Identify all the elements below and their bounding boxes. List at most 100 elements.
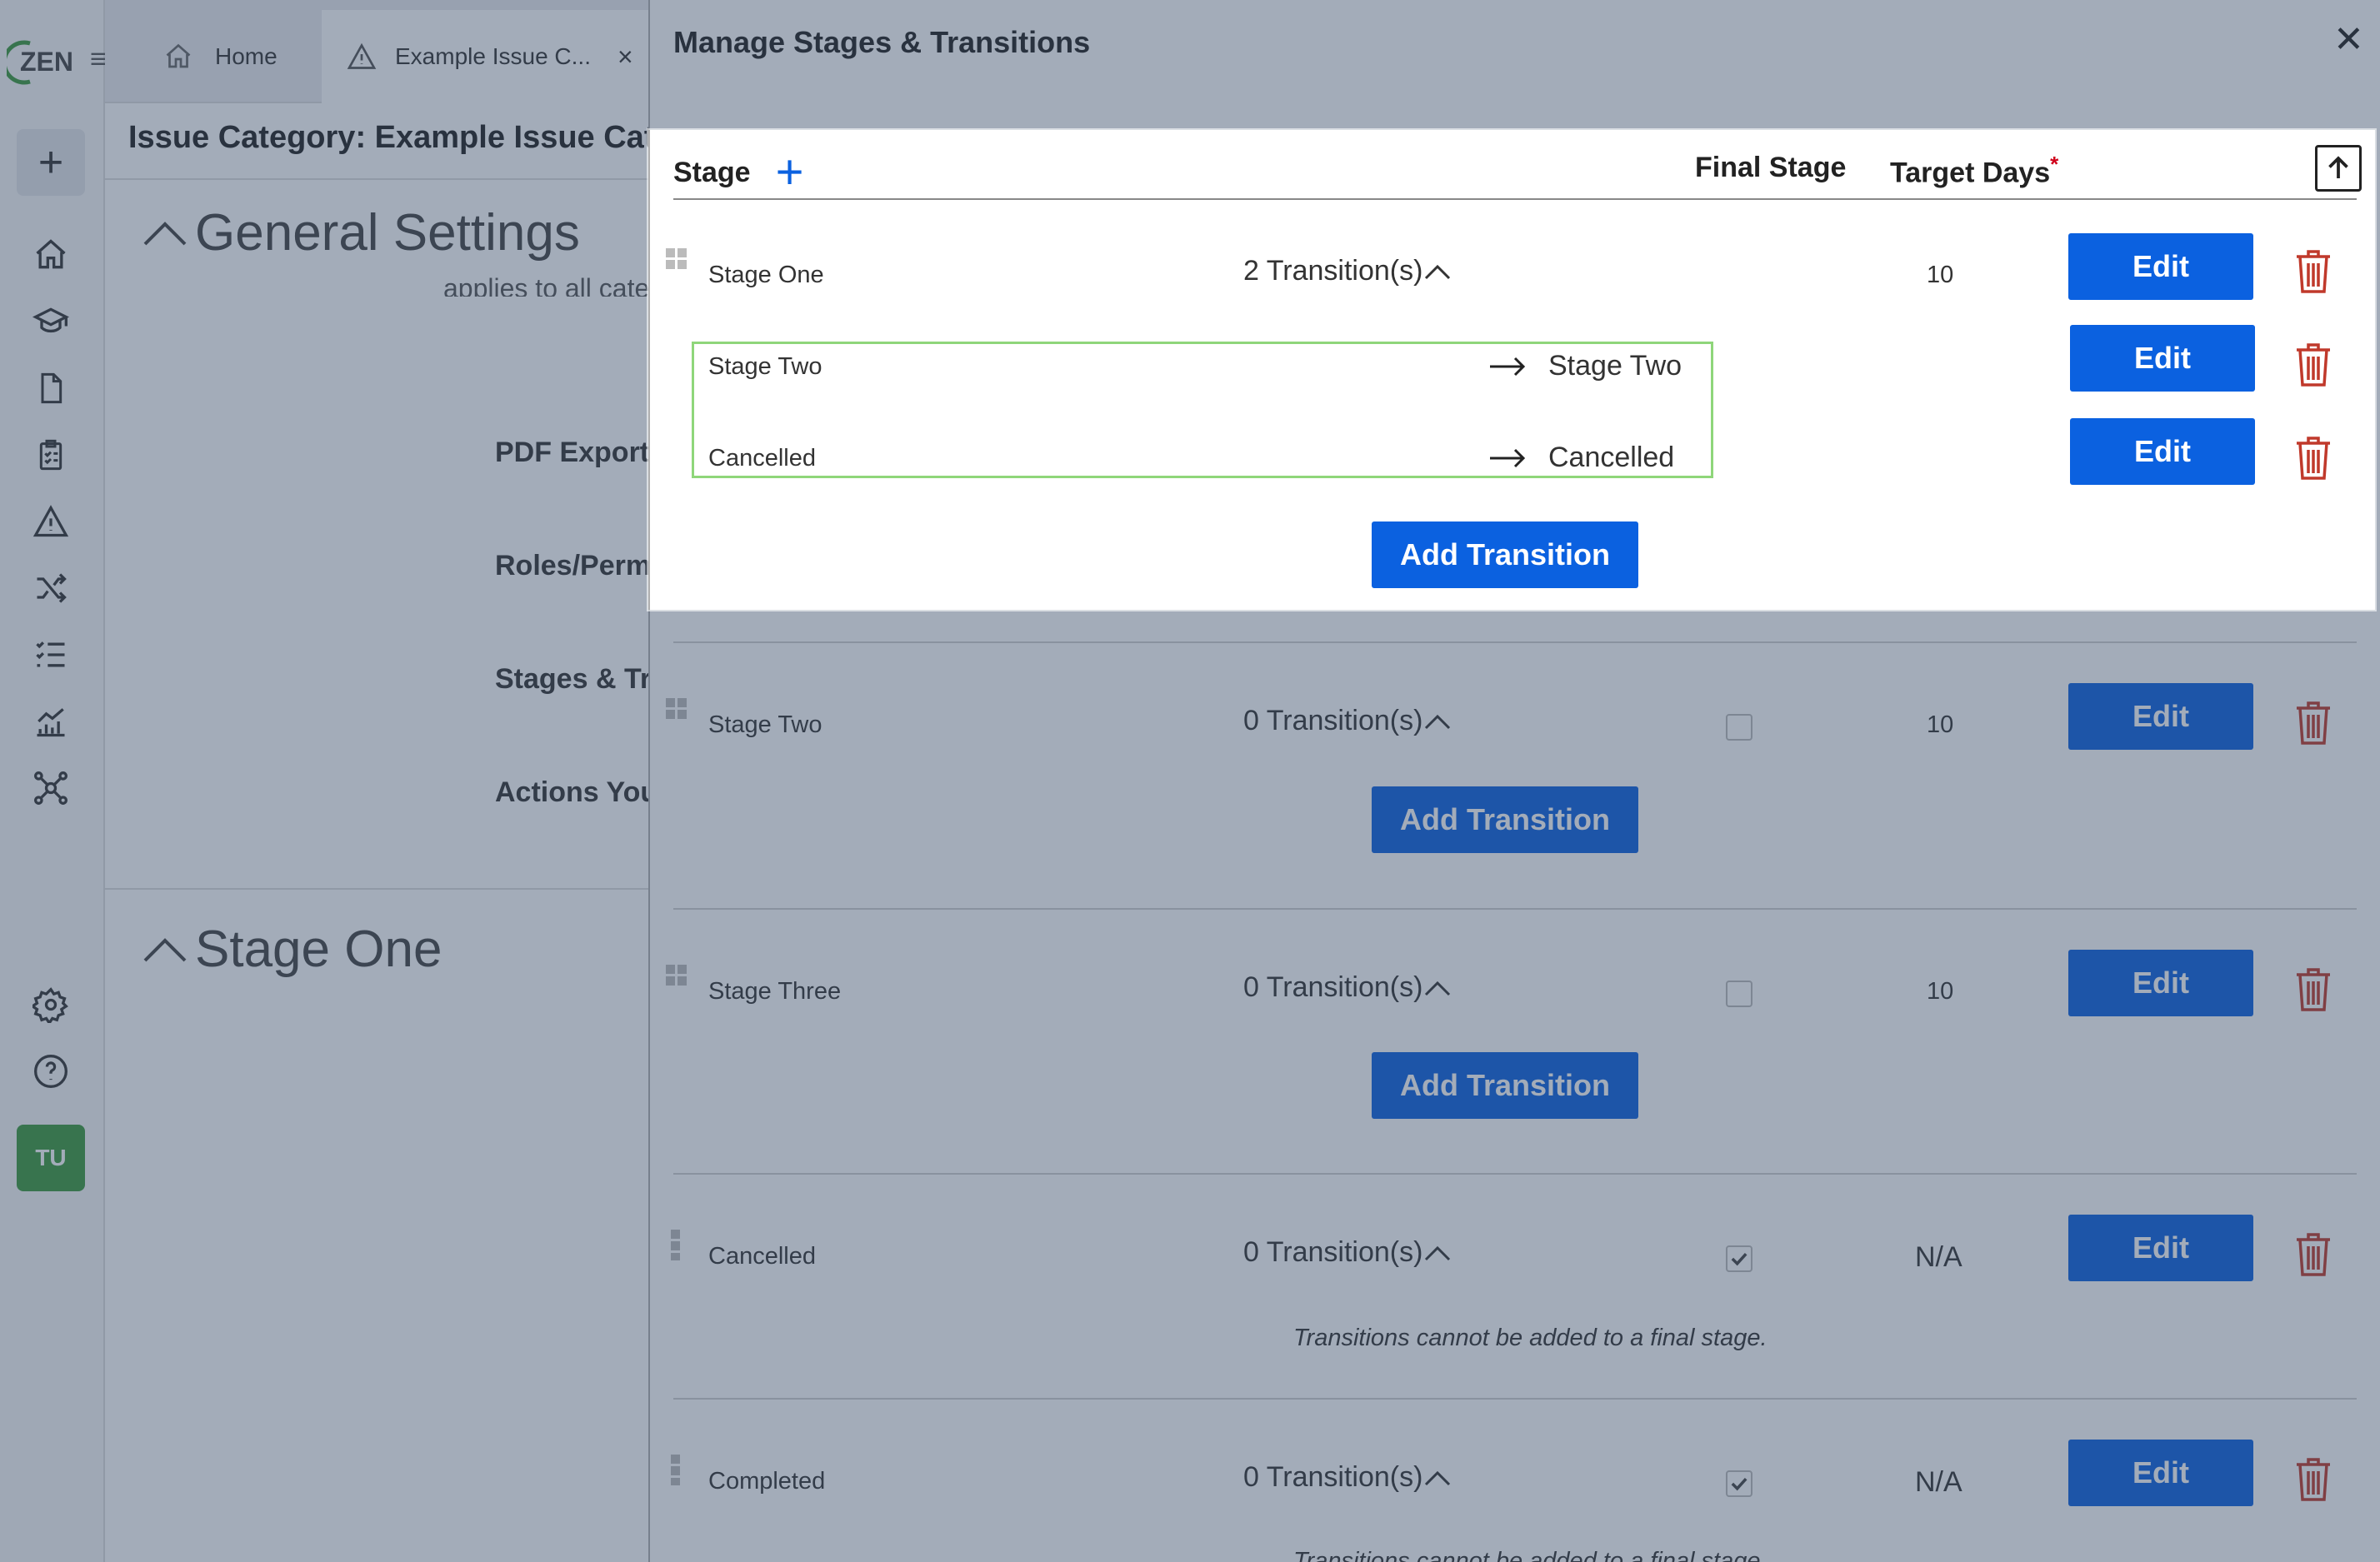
learning-icon[interactable] <box>28 298 74 345</box>
drag-handle-icon[interactable] <box>664 247 689 280</box>
partial-description: applies to all cate <box>443 273 650 297</box>
transition-toggle[interactable]: 0 Transition(s) <box>1243 971 1452 1004</box>
warning-icon[interactable] <box>28 498 74 545</box>
chevron-up-icon <box>1425 981 1451 996</box>
add-stage-icon[interactable]: + <box>776 148 804 197</box>
transition-toggle[interactable]: 2 Transition(s) <box>1243 255 1452 287</box>
transition-toggle[interactable]: 0 Transition(s) <box>1243 705 1452 737</box>
transition-count: 0 Transition(s) <box>1243 1236 1423 1268</box>
trash-icon[interactable] <box>2293 342 2333 388</box>
trash-icon[interactable] <box>2293 435 2333 482</box>
section-actions: Actions You <box>495 776 658 808</box>
home-icon <box>166 43 191 68</box>
final-stage-note: Transitions cannot be added to a final s… <box>1293 1548 1768 1562</box>
transition-name: Stage Two <box>708 353 822 380</box>
trash-icon[interactable] <box>2293 966 2333 1013</box>
add-transition-button[interactable]: Add Transition <box>1372 1052 1638 1119</box>
tab-example-issue[interactable]: Example Issue C... × <box>322 10 651 103</box>
stage-name: Stage One <box>708 262 824 288</box>
transition-toggle[interactable]: 0 Transition(s) <box>1243 1236 1452 1269</box>
warning-icon <box>347 42 377 69</box>
document-icon[interactable] <box>28 365 74 412</box>
chevron-up-icon <box>1425 1470 1451 1485</box>
transition-toggle[interactable]: 0 Transition(s) <box>1243 1461 1452 1494</box>
transition-count: 2 Transition(s) <box>1243 255 1423 287</box>
avatar[interactable]: TU <box>17 1125 85 1191</box>
section-stages: Stages & Tra <box>495 663 667 695</box>
target-days-header: Target Days* <box>1890 152 2058 189</box>
app-logo[interactable]: ZEN <box>7 37 73 87</box>
final-stage-checkbox[interactable] <box>1726 1470 1752 1497</box>
checkmark-icon <box>1731 1252 1748 1266</box>
logo-text: ZEN <box>20 47 73 77</box>
avatar-initials: TU <box>35 1145 67 1170</box>
close-icon[interactable]: ✕ <box>2333 18 2364 61</box>
drag-handle-icon[interactable] <box>669 1228 694 1261</box>
stage-name: Stage Three <box>708 978 842 1005</box>
target-days-value: 10 <box>1927 711 1954 738</box>
analytics-icon[interactable] <box>28 698 74 745</box>
general-settings-title: General Settings <box>195 204 580 262</box>
final-stage-header: Final Stage <box>1695 152 1847 183</box>
final-stage-checkbox[interactable] <box>1726 1245 1752 1272</box>
edit-transition-button[interactable]: Edit <box>2070 418 2255 485</box>
edit-stage-button[interactable]: Edit <box>2068 683 2253 750</box>
add-transition-button[interactable]: Add Transition <box>1372 521 1638 588</box>
list-icon[interactable] <box>28 631 74 678</box>
drag-handle-icon[interactable] <box>664 696 689 730</box>
menu-toggle-icon[interactable]: ≡ <box>90 43 107 76</box>
stage-name: Cancelled <box>708 1243 816 1270</box>
general-settings-header[interactable]: General Settings <box>142 203 580 262</box>
target-days-value: N/A <box>1915 1241 1962 1273</box>
tab-home-label: Home <box>215 43 278 69</box>
tab-bar: Home Example Issue C... × <box>105 0 651 103</box>
tab-close-icon[interactable]: × <box>618 42 633 72</box>
stage-one-title: Stage One <box>195 921 442 978</box>
stage-one-header[interactable]: Stage One <box>142 920 442 979</box>
stage-header-label: Stage <box>673 156 751 188</box>
modal-title: Manage Stages & Transitions <box>673 25 1091 59</box>
trash-icon[interactable] <box>2293 1231 2333 1278</box>
trash-icon[interactable] <box>2293 700 2333 746</box>
create-button[interactable]: + <box>17 129 85 196</box>
edit-stage-button[interactable]: Edit <box>2068 950 2253 1016</box>
stage-column-header: Stage + <box>673 148 803 197</box>
help-icon[interactable] <box>28 1048 74 1095</box>
edit-stage-button[interactable]: Edit <box>2068 233 2253 300</box>
network-icon[interactable] <box>28 765 74 811</box>
transition-target: Cancelled <box>1548 442 1675 473</box>
edit-transition-button[interactable]: Edit <box>2070 325 2255 392</box>
final-stage-checkbox[interactable] <box>1726 981 1752 1007</box>
checkmark-icon <box>1731 1477 1748 1491</box>
shuffle-icon[interactable] <box>28 565 74 611</box>
transition-count: 0 Transition(s) <box>1243 1461 1423 1493</box>
tab-example-issue-label: Example Issue C... <box>395 43 591 69</box>
stage-name: Completed <box>708 1468 826 1495</box>
settings-icon[interactable] <box>28 981 74 1028</box>
tab-home[interactable]: Home <box>163 10 278 103</box>
target-days-value: 10 <box>1927 978 1954 1005</box>
plus-icon: + <box>38 138 64 187</box>
arrow-right-icon <box>1490 448 1526 468</box>
arrow-right-icon <box>1490 357 1526 377</box>
section-roles: Roles/Permi <box>495 550 659 581</box>
target-days-value: N/A <box>1915 1466 1962 1498</box>
add-transition-button[interactable]: Add Transition <box>1372 786 1638 853</box>
home-icon[interactable] <box>28 232 74 278</box>
left-rail: ZEN ≡ + TU <box>0 0 107 1562</box>
edit-stage-button[interactable]: Edit <box>2068 1215 2253 1281</box>
trash-icon[interactable] <box>2293 1456 2333 1503</box>
checklist-icon[interactable] <box>28 432 74 478</box>
stage-name: Stage Two <box>708 711 822 738</box>
chevron-up-icon <box>1425 714 1451 729</box>
edit-stage-button[interactable]: Edit <box>2068 1440 2253 1506</box>
transition-target: Stage Two <box>1548 350 1682 382</box>
transition-name: Cancelled <box>708 445 816 472</box>
drag-handle-icon[interactable] <box>669 1453 694 1486</box>
transition-count: 0 Transition(s) <box>1243 705 1423 736</box>
collapse-all-icon[interactable] <box>2315 145 2362 192</box>
target-days-label: Target Days <box>1890 157 2051 189</box>
final-stage-checkbox[interactable] <box>1726 714 1752 741</box>
drag-handle-icon[interactable] <box>664 963 689 996</box>
trash-icon[interactable] <box>2293 248 2333 295</box>
